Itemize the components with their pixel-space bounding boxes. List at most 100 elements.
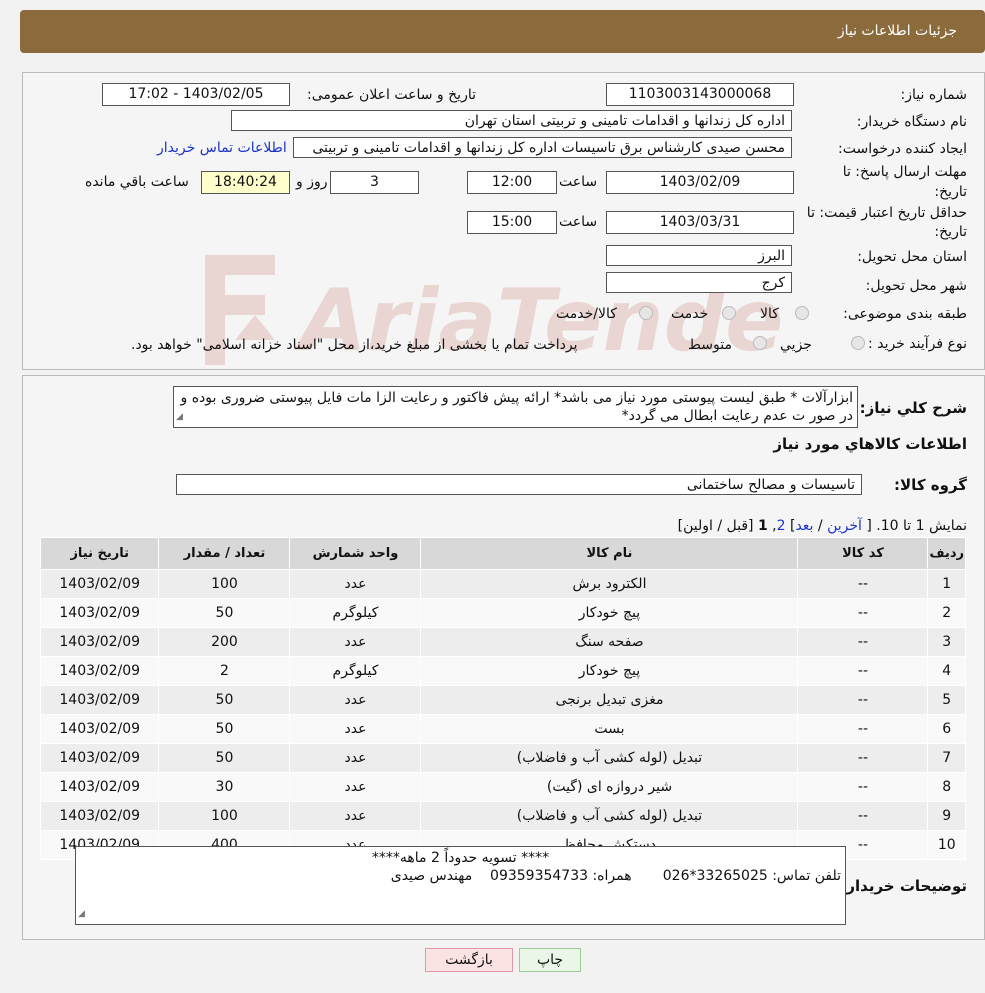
description-textarea[interactable]: ابزارآلات * طبق لیست پیوستی مورد نیاز می… <box>173 386 858 428</box>
need-date-cell: 1403/02/09 <box>39 685 160 715</box>
process-option-medium: متوسط <box>688 337 732 353</box>
deadline-label-date: تاریخ: <box>934 184 967 200</box>
resize-grip-icon[interactable]: ◢ <box>78 905 85 923</box>
row-number-cell: 7 <box>927 743 966 773</box>
col-item-code: کد کالا <box>797 537 929 570</box>
province-label: استان محل تحویل: <box>857 249 967 265</box>
item-name-cell: شیر دروازه ای (گیت) <box>420 772 799 802</box>
remaining-time-field: 18:40:24 <box>201 171 290 194</box>
validity-time-field: 15:00 <box>467 211 557 234</box>
page-header: جزئیات اطلاعات نیاز <box>20 10 985 53</box>
row-number-cell: 4 <box>927 656 966 686</box>
category-option-goods: کالا <box>760 306 779 322</box>
need-date-cell: 1403/02/09 <box>39 772 160 802</box>
row-number-cell: 8 <box>927 772 966 802</box>
table-row: 5 -- مغزی تبدیل برنجی عدد 50 1403/02/09 <box>39 685 966 715</box>
goods-group-label: گروه کالا: <box>894 476 967 494</box>
print-button[interactable]: چاپ <box>519 948 581 972</box>
need-date-cell: 1403/02/09 <box>39 714 160 744</box>
item-name-cell: پیچ خودکار <box>420 656 799 686</box>
item-name-cell: صفحه سنگ <box>420 627 799 657</box>
unit-cell: عدد <box>289 685 422 715</box>
quantity-cell: 100 <box>158 801 291 831</box>
col-unit: واحد شمارش <box>289 537 422 570</box>
col-item-name: نام کالا <box>420 537 799 570</box>
item-code-cell: -- <box>797 772 929 802</box>
category-radio-goods[interactable] <box>795 306 809 320</box>
announce-label: تاریخ و ساعت اعلان عمومی: <box>307 87 476 103</box>
paging-page-2-link[interactable]: 2 <box>777 518 786 534</box>
need-date-cell: 1403/02/09 <box>39 656 160 686</box>
item-code-cell: -- <box>797 743 929 773</box>
item-code-cell: -- <box>797 627 929 657</box>
paging-range: نمایش 1 تا 10. <box>876 518 967 534</box>
back-button[interactable]: بازگشت <box>425 948 513 972</box>
table-row: 8 -- شیر دروازه ای (گیت) عدد 30 1403/02/09 <box>39 772 966 802</box>
item-name-cell: تبدیل (لوله کشی آب و فاضلاب) <box>420 801 799 831</box>
buyer-notes-textarea[interactable]: **** تسویه حدوداً 2 ماهه**** تلفن تماس: … <box>75 846 846 925</box>
goods-table: ردیف کد کالا نام کالا واحد شمارش تعداد /… <box>39 537 966 860</box>
process-label: نوع فرآیند خرید : <box>868 336 967 352</box>
table-row: 6 -- بست عدد 50 1403/02/09 <box>39 714 966 744</box>
process-radio-medium[interactable] <box>753 336 767 350</box>
item-code-cell: -- <box>797 714 929 744</box>
item-code-cell: -- <box>797 801 929 831</box>
paging-next-link[interactable]: بعد <box>795 518 813 534</box>
process-radio-minor[interactable] <box>851 336 865 350</box>
description-label: شرح کلي نياز: <box>859 399 967 417</box>
row-number-cell: 6 <box>927 714 966 744</box>
category-label: طبقه بندی موضوعی: <box>843 306 967 322</box>
goods-section-title: اطلاعات کالاهاي مورد نياز <box>773 435 967 453</box>
buyer-notes-label: توضیحات خریدار: <box>840 877 967 895</box>
paging-last-link[interactable]: آخرین <box>827 518 862 534</box>
validity-label-date: تاریخ: <box>934 224 967 240</box>
row-number-cell: 9 <box>927 801 966 831</box>
table-row: 3 -- صفحه سنگ عدد 200 1403/02/09 <box>39 627 966 657</box>
category-radio-service[interactable] <box>722 306 736 320</box>
buyer-notes-line-2: تلفن تماس: 33265025*026 همراه: 093593547… <box>390 868 841 884</box>
validity-label: حداقل تاریخ اعتبار قیمت: تا <box>806 205 967 221</box>
remaining-days-field: 3 <box>330 171 419 194</box>
deadline-date-field: 1403/02/09 <box>606 171 794 194</box>
table-row: 7 -- تبدیل (لوله کشی آب و فاضلاب) عدد 50 1403… <box>39 743 966 773</box>
row-number-cell: 1 <box>927 569 966 599</box>
buyer-org-label: نام دستگاه خریدار: <box>856 114 967 130</box>
unit-cell: کیلوگرم <box>289 656 422 686</box>
paging-sep: / <box>817 518 823 534</box>
table-row: 1 -- الکترود برش عدد 100 1403/02/09 <box>39 569 966 599</box>
requester-field: محسن صیدی کارشناس برق تاسیسات اداره کل ز… <box>293 137 792 158</box>
unit-cell: کیلوگرم <box>289 598 422 628</box>
page-title: جزئیات اطلاعات نیاز <box>837 23 957 39</box>
row-number-cell: 5 <box>927 685 966 715</box>
table-row: 4 -- پیچ خودکار کیلوگرم 2 1403/02/09 <box>39 656 966 686</box>
days-label: روز و <box>296 174 328 190</box>
unit-cell: عدد <box>289 627 422 657</box>
buyer-contact-link[interactable]: اطلاعات تماس خریدار <box>157 140 287 156</box>
item-code-cell: -- <box>797 569 929 599</box>
item-name-cell: پیچ خودکار <box>420 598 799 628</box>
deadline-label: مهلت ارسال پاسخ: تا <box>842 164 967 180</box>
deadline-time-field: 12:00 <box>467 171 557 194</box>
unit-cell: عدد <box>289 743 422 773</box>
category-option-both: کالا/خدمت <box>556 306 617 322</box>
category-radio-both[interactable] <box>639 306 653 320</box>
paging-current-page: 1 <box>757 518 768 534</box>
row-number-cell: 3 <box>927 627 966 657</box>
col-row-number: ردیف <box>927 537 966 570</box>
unit-cell: عدد <box>289 772 422 802</box>
quantity-cell: 30 <box>158 772 291 802</box>
buyer-org-field: اداره کل زندانها و اقدامات تامینی و تربی… <box>231 110 792 131</box>
validity-time-label: ساعت <box>559 214 598 230</box>
row-number-cell: 10 <box>927 830 966 860</box>
quantity-cell: 2 <box>158 656 291 686</box>
resize-grip-icon[interactable]: ◢ <box>176 408 183 426</box>
goods-group-field: تاسیسات و مصالح ساختمانی <box>176 474 862 495</box>
need-date-cell: 1403/02/09 <box>39 569 160 599</box>
need-number-field: 1103003143000068 <box>606 83 794 106</box>
deadline-time-label: ساعت <box>559 174 598 190</box>
city-label: شهر محل تحویل: <box>865 278 967 294</box>
unit-cell: عدد <box>289 569 422 599</box>
table-row: 2 -- پیچ خودکار کیلوگرم 50 1403/02/09 <box>39 598 966 628</box>
announce-datetime-field: 1403/02/05 - 17:02 <box>102 83 290 106</box>
item-name-cell: الکترود برش <box>420 569 799 599</box>
